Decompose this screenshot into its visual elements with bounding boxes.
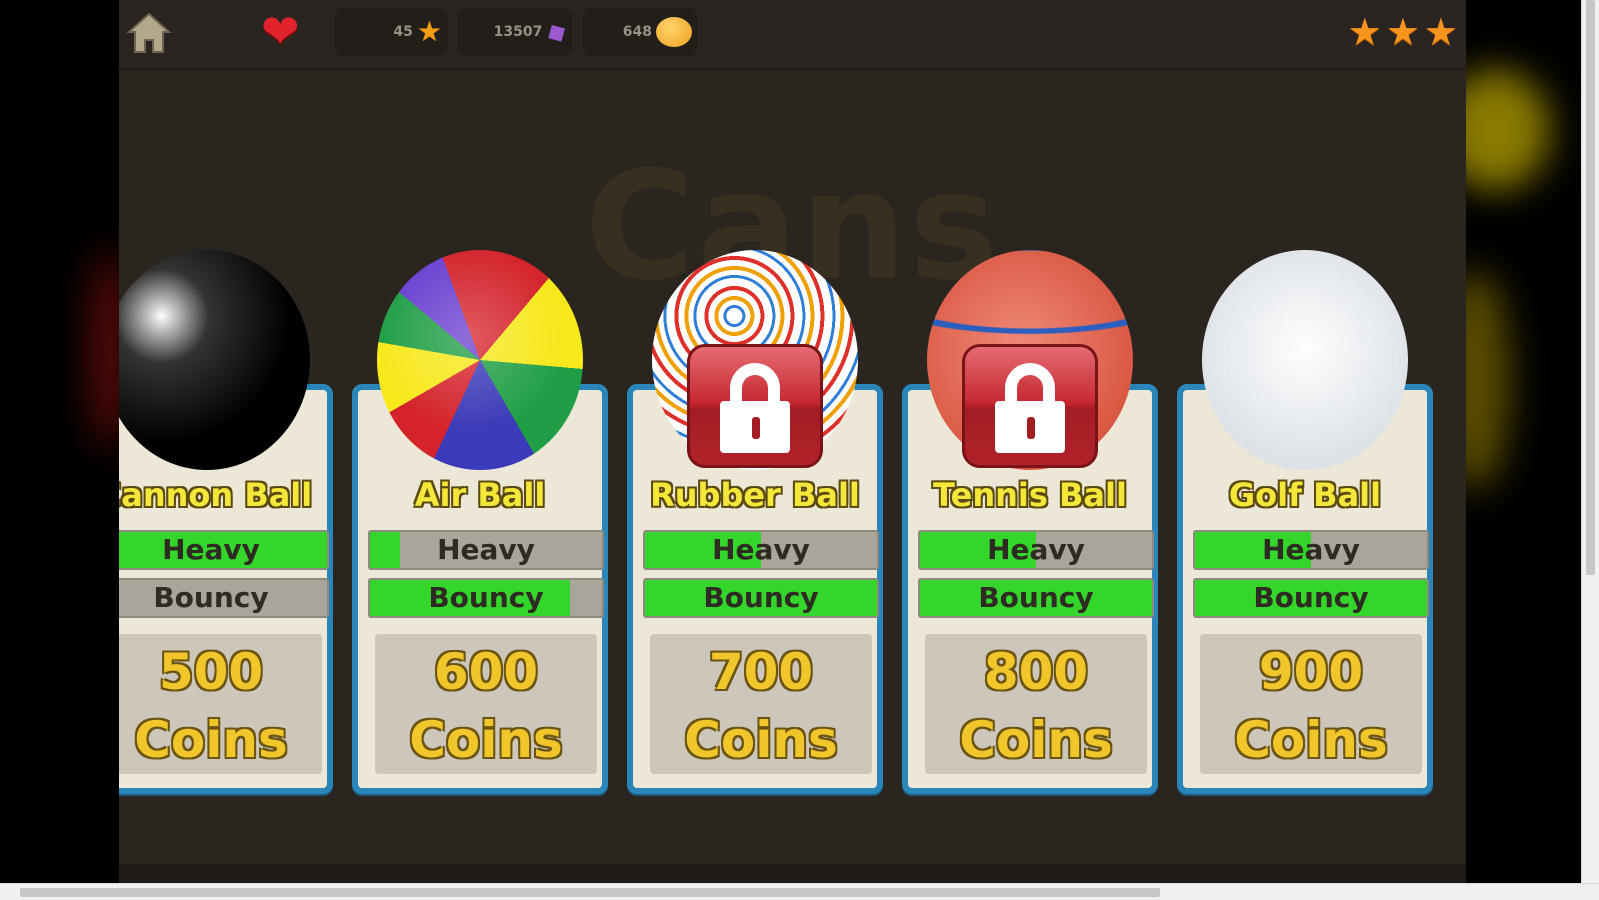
bouncy-label: Bouncy [428,581,544,614]
price-button[interactable]: 500 Coins [119,634,322,774]
price-amount: 900 [1258,643,1364,701]
bouncy-label: Bouncy [978,581,1094,614]
bouncy-meter: Bouncy [368,578,604,618]
heavy-label: Heavy [1262,533,1360,566]
bouncy-meter: Bouncy [918,578,1154,618]
price-unit: Coins [1234,711,1388,769]
price-amount: 500 [158,643,264,701]
ball-name: Rubber Ball [650,476,860,514]
bottom-strip [119,864,1466,884]
ball-name: Tennis Ball [933,476,1127,514]
horizontal-scroll-thumb[interactable] [20,888,1160,897]
rating-star-icon: ★ [1423,10,1458,54]
price-unit: Coins [959,711,1113,769]
gem-icon: ⬥ [539,12,573,51]
heavy-meter: Heavy [1193,530,1429,570]
stars-counter: 45 ★ [334,8,448,56]
lock-icon[interactable] [687,344,823,468]
heavy-meter: Heavy [643,530,879,570]
home-icon[interactable] [125,10,173,56]
bouncy-meter: Bouncy [643,578,879,618]
stars-count: 45 [393,24,413,40]
coin-icon [656,17,692,47]
horizontal-scrollbar[interactable] [0,883,1599,900]
bouncy-label: Bouncy [153,581,269,614]
rating-star-icon: ★ [1347,10,1382,54]
lock-icon[interactable] [962,344,1098,468]
heavy-meter: Heavy [368,530,604,570]
price-button[interactable]: 700 Coins [650,634,872,774]
level-rating: ★ ★ ★ [1348,10,1458,54]
bouncy-label: Bouncy [1253,581,1369,614]
price-button[interactable]: 900 Coins [1200,634,1422,774]
rating-star-icon: ★ [1385,10,1420,54]
heavy-label: Heavy [987,533,1085,566]
price-amount: 700 [708,643,814,701]
golf-ball-image [1202,250,1408,470]
bouncy-meter: Bouncy [119,578,329,618]
bouncy-label: Bouncy [703,581,819,614]
heart-icon: ❤ [261,4,300,58]
bouncy-meter: Bouncy [1193,578,1429,618]
heavy-meter: Heavy [918,530,1154,570]
shop-screen: ❤ 45 ★ 13507 ⬥ 648 ★ ★ ★ Cans Heavy Boun… [119,0,1466,884]
price-unit: Coins [134,711,288,769]
price-button[interactable]: 600 Coins [375,634,597,774]
price-amount: 800 [983,643,1089,701]
vertical-scroll-thumb[interactable] [1586,0,1595,575]
ball-name: Air Ball [414,476,546,514]
top-bar: ❤ 45 ★ 13507 ⬥ 648 ★ ★ ★ [119,0,1466,70]
price-unit: Coins [409,711,563,769]
ball-name: Golf Ball [1228,476,1382,514]
price-button[interactable]: 800 Coins [925,634,1147,774]
coins-counter: 648 [582,8,698,56]
heavy-meter: Heavy [119,530,329,570]
air-ball-image [377,250,583,470]
heavy-label: Heavy [437,533,535,566]
vertical-scrollbar[interactable] [1581,0,1599,884]
gems-counter: 13507 ⬥ [458,8,573,56]
star-icon: ★ [416,15,442,48]
ball-name: Cannon Ball [119,476,313,514]
heavy-label: Heavy [712,533,810,566]
price-unit: Coins [684,711,838,769]
gems-count: 13507 [493,24,543,40]
price-amount: 600 [433,643,539,701]
coins-count: 648 [622,24,652,40]
heavy-label: Heavy [162,533,260,566]
